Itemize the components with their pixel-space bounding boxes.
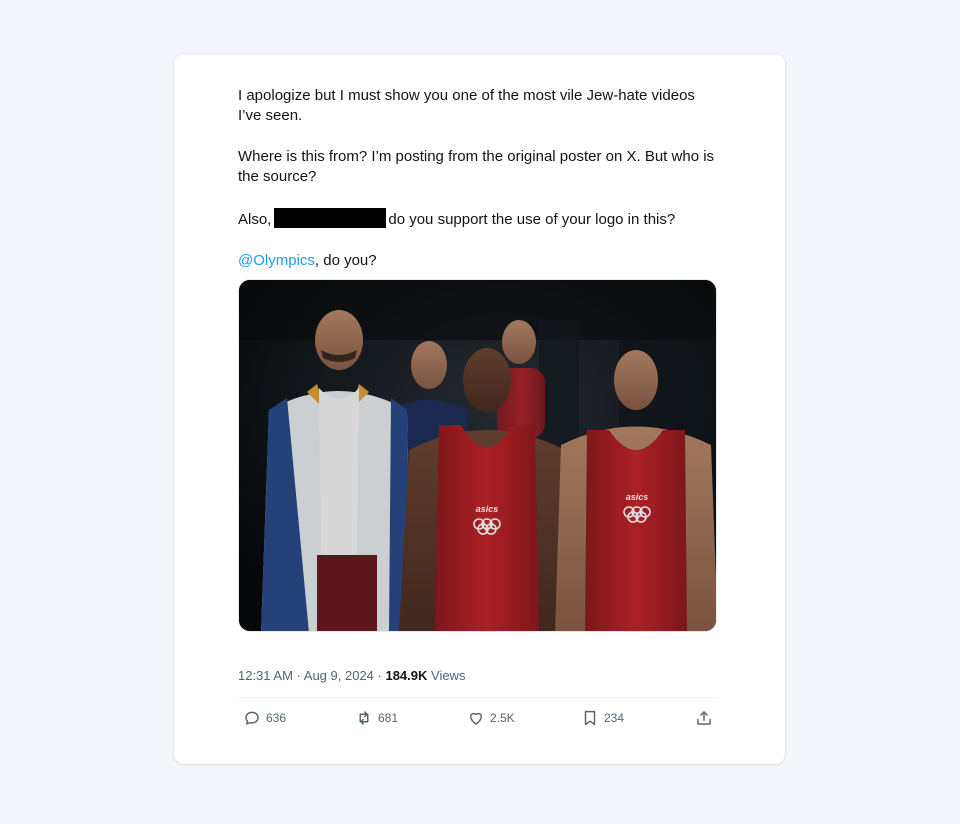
retweet-icon (354, 708, 374, 728)
reply-button[interactable]: 636 (242, 706, 286, 730)
bookmark-count: 234 (604, 711, 625, 725)
views-count: 184.9K (385, 668, 428, 683)
tweet-paragraph-3-start: Also, (238, 211, 272, 228)
tweet-time[interactable]: 12:31 AM (238, 668, 293, 683)
bookmark-icon (580, 708, 600, 728)
views-label: Views (427, 668, 466, 683)
reply-count: 636 (266, 711, 287, 725)
tweet-text: I apologize but I must show you one of t… (238, 86, 718, 271)
like-button[interactable]: 2.5K (466, 706, 515, 730)
retweet-button[interactable]: 681 (354, 706, 398, 730)
share-button[interactable] (694, 706, 718, 730)
tweet-paragraph-1: I apologize but I must show you one of t… (238, 87, 695, 124)
tweet-date[interactable]: Aug 9, 2024 (304, 668, 374, 683)
retweet-count: 681 (378, 711, 399, 725)
reply-icon (242, 708, 262, 728)
meta-separator: · (292, 668, 304, 683)
tweet-actions: 636 681 2.5K 234 (238, 706, 718, 730)
divider (238, 697, 718, 698)
meta-separator: · (373, 668, 386, 683)
tweet-paragraph-3-end: do you support the use of your logo in t… (388, 211, 676, 228)
redacted-block (274, 208, 387, 228)
tweet-card: I apologize but I must show you one of t… (174, 54, 785, 764)
video-thumbnail[interactable]: asics asics (238, 279, 717, 632)
mention-link[interactable]: @Olympics (238, 252, 315, 269)
tweet-paragraph-4-end: , do you? (314, 252, 377, 269)
share-icon (694, 708, 714, 728)
bookmark-button[interactable]: 234 (580, 706, 624, 730)
like-count: 2.5K (490, 711, 515, 725)
tweet-paragraph-3: Also, do you support the use of your logo… (238, 208, 718, 230)
heart-icon (466, 708, 486, 728)
tweet-paragraph-4: @Olympics, do you? (238, 251, 718, 271)
tweet-paragraph-2: Where is this from? I’m posting from the… (238, 148, 715, 185)
video-still-illustration: asics asics (239, 280, 716, 631)
tweet-meta: 12:31 AM · Aug 9, 2024 · 184.9K Views (238, 668, 465, 683)
